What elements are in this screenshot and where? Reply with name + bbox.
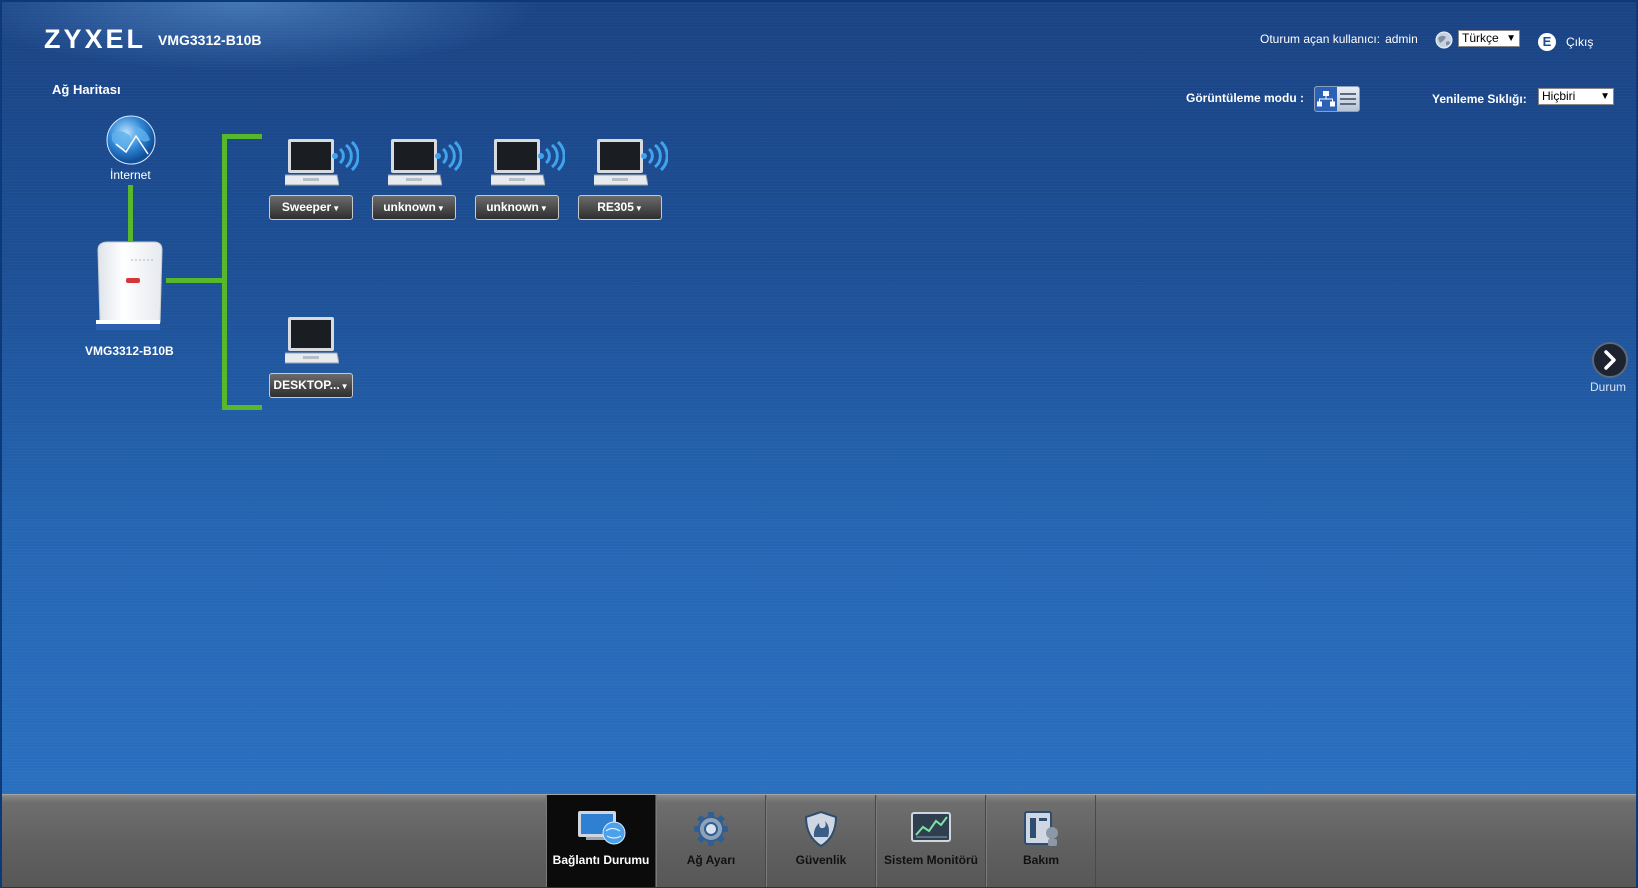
chevron-down-icon: ▼	[1506, 33, 1516, 44]
chevron-down-icon: ▼	[1600, 91, 1610, 102]
device-menu-button[interactable]: unknown▼	[372, 195, 456, 220]
wireless-client[interactable]: RE305▼	[578, 139, 668, 229]
connection-status-icon	[578, 811, 626, 845]
chevron-right-icon	[1604, 350, 1616, 370]
monitor-chart-icon	[911, 812, 951, 842]
lan-bus-line	[222, 134, 227, 410]
router-label: VMG3312-B10B	[85, 344, 174, 358]
caret-down-icon: ▼	[539, 204, 548, 213]
device-name: RE305	[597, 200, 634, 214]
nav-system-monitor[interactable]: Sistem Monitörü	[876, 795, 986, 887]
status-panel-button[interactable]	[1592, 342, 1628, 378]
internet-label: İnternet	[110, 168, 151, 182]
internet-globe-icon[interactable]	[104, 114, 158, 168]
device-name: DESKTOP...	[273, 378, 340, 392]
refresh-rate-label: Yenileme Sıklığı:	[1432, 92, 1527, 106]
caret-down-icon: ▼	[332, 204, 341, 213]
gear-icon	[694, 812, 728, 846]
zyxel-logo: ZYXEL	[44, 24, 147, 54]
wifi-signal-icon	[332, 141, 359, 171]
language-globe-icon	[1435, 31, 1453, 49]
nav-label: Ağ Ayarı	[686, 853, 736, 867]
nav-network-settings[interactable]: Ağ Ayarı	[656, 795, 766, 887]
device-menu-button[interactable]: unknown▼	[475, 195, 559, 220]
refresh-rate-value: Hiçbiri	[1542, 89, 1576, 103]
topology-view-icon[interactable]	[1315, 87, 1337, 111]
wifi-signal-icon	[641, 141, 668, 171]
logout-link[interactable]: Çıkış	[1566, 35, 1593, 49]
wireless-client[interactable]: unknown▼	[372, 139, 462, 229]
wired-branch-line	[222, 405, 262, 410]
status-panel-label: Durum	[1590, 380, 1627, 394]
nav-label: Sistem Monitörü	[883, 853, 978, 867]
device-menu-button[interactable]: Sweeper▼	[269, 195, 353, 220]
logged-in-user: Oturum açan kullanıcı: admin	[1260, 32, 1418, 46]
shield-icon	[804, 810, 838, 848]
nav-label: Bakım	[1022, 853, 1060, 867]
wired-client[interactable]: DESKTOP...▼	[269, 317, 359, 407]
nav-security[interactable]: Güvenlik	[766, 795, 876, 887]
caret-down-icon: ▼	[340, 382, 349, 391]
logged-in-label: Oturum açan kullanıcı:	[1260, 32, 1381, 46]
device-name: unknown	[486, 200, 539, 214]
device-name: unknown	[383, 200, 436, 214]
app-window: ZYXEL VMG3312-B10B Oturum açan kullanıcı…	[0, 0, 1638, 888]
language-select[interactable]: Türkçe ▼	[1458, 30, 1520, 47]
view-mode-toggle[interactable]	[1314, 86, 1360, 112]
refresh-rate-select[interactable]: Hiçbiri ▼	[1538, 88, 1614, 105]
bottom-nav-bar: Bağlantı Durumu Ağ Ayarı Güvenlik Sistem…	[2, 794, 1636, 887]
router-link-line	[166, 278, 224, 283]
wifi-signal-icon	[435, 141, 462, 171]
nav-label: Güvenlik	[795, 853, 847, 867]
device-menu-button[interactable]: DESKTOP...▼	[269, 373, 353, 398]
page-title: Ağ Haritası	[52, 82, 121, 97]
logout-icon[interactable]: E	[1538, 33, 1556, 51]
device-menu-button[interactable]: RE305▼	[578, 195, 662, 220]
nav-label: Bağlantı Durumu	[552, 853, 650, 867]
maintenance-icon	[1024, 811, 1058, 846]
device-model: VMG3312-B10B	[158, 32, 262, 48]
wifi-signal-icon	[538, 141, 565, 171]
caret-down-icon: ▼	[436, 204, 445, 213]
wireless-branch-line	[222, 134, 262, 139]
nav-connection-status[interactable]: Bağlantı Durumu	[546, 795, 656, 887]
internet-link-line	[128, 185, 133, 241]
list-view-icon[interactable]	[1337, 87, 1359, 111]
nav-maintenance[interactable]: Bakım	[986, 795, 1096, 887]
wireless-client[interactable]: unknown▼	[475, 139, 565, 229]
view-mode-label: Görüntüleme modu :	[1186, 91, 1304, 105]
laptop-icon	[285, 317, 339, 364]
username: admin	[1385, 32, 1418, 46]
language-value: Türkçe	[1462, 31, 1499, 45]
wireless-client[interactable]: Sweeper▼	[269, 139, 359, 229]
caret-down-icon: ▼	[634, 204, 643, 213]
router-device-icon[interactable]	[94, 240, 166, 334]
device-name: Sweeper	[281, 200, 332, 214]
